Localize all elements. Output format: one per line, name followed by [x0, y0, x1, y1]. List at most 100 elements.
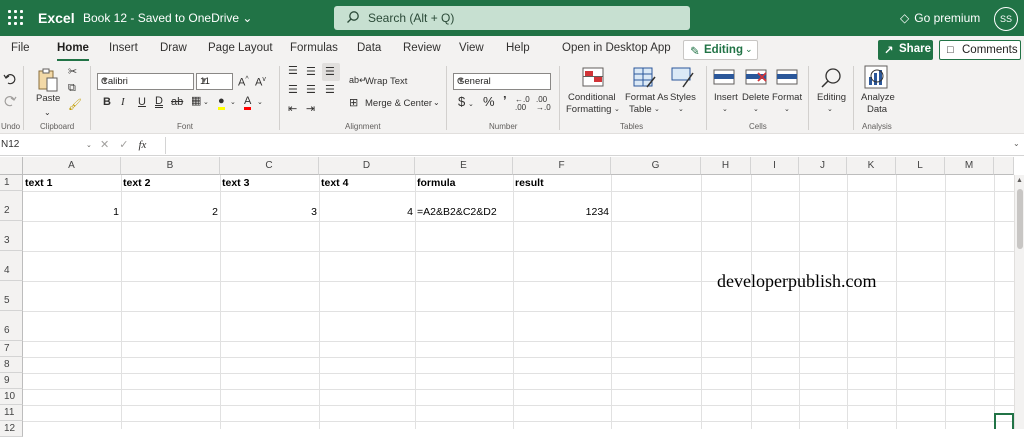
chevron-down-icon[interactable]: ⌄ [257, 97, 263, 109]
underline-icon[interactable]: U [138, 96, 146, 108]
tab-insert[interactable]: Insert [109, 42, 138, 54]
chevron-down-icon[interactable]: ⌄ [784, 104, 790, 116]
insert-cells-label[interactable]: Insert [714, 92, 738, 103]
decrease-indent-icon[interactable]: ⇤ [288, 103, 297, 115]
cell-f1[interactable]: result [515, 177, 544, 189]
currency-icon[interactable]: $ [458, 95, 465, 108]
column-header-a[interactable]: A [23, 157, 121, 175]
cancel-icon[interactable]: ✕ [100, 139, 109, 151]
cell-d2[interactable]: 4 [319, 206, 413, 218]
tab-data[interactable]: Data [357, 42, 381, 54]
analyze-data-icon[interactable] [864, 65, 890, 91]
row-header-2[interactable]: 2 [0, 191, 23, 221]
increase-font-size-icon[interactable]: A^ [238, 74, 249, 89]
align-center-icon[interactable]: ☰ [306, 84, 316, 96]
cell-f2[interactable]: 1234 [513, 206, 609, 218]
cut-icon[interactable]: ✂ [68, 66, 77, 78]
chevron-down-icon[interactable]: ⌄ [433, 97, 440, 109]
column-header-b[interactable]: B [121, 157, 220, 175]
wrap-text-icon[interactable]: ab↵ [349, 74, 367, 86]
row-header-5[interactable]: 5 [0, 281, 23, 311]
chevron-down-icon[interactable]: ⌄ [230, 97, 236, 109]
column-header-j[interactable]: J [799, 157, 847, 175]
column-header-f[interactable]: F [513, 157, 611, 175]
cell-c2[interactable]: 3 [220, 206, 317, 218]
select-all-corner[interactable] [0, 157, 23, 175]
align-left-icon[interactable]: ☰ [288, 84, 298, 96]
share-button[interactable]: ↗ Share [878, 40, 933, 60]
decrease-font-size-icon[interactable]: Av [255, 74, 266, 89]
align-middle-icon[interactable]: ☰ [306, 66, 316, 78]
format-painter-icon[interactable]: 🖌 [68, 99, 82, 111]
format-cells-label[interactable]: Format [772, 92, 802, 103]
row-header-10[interactable]: 10 [0, 389, 23, 405]
cell-c1[interactable]: text 3 [222, 177, 249, 189]
row-header-1[interactable]: 1 [0, 175, 23, 191]
chevron-down-icon[interactable]: ⌄ [654, 104, 660, 116]
tab-home[interactable]: Home [57, 42, 89, 61]
bold-icon[interactable]: B [103, 96, 111, 108]
name-box-chevron-icon[interactable]: ⌄ [86, 140, 92, 152]
conditional-formatting-icon[interactable] [582, 67, 606, 89]
increase-decimal-icon[interactable]: ←.0.00 [515, 96, 530, 112]
row-header-8[interactable]: 8 [0, 357, 23, 373]
delete-cells-icon[interactable] [745, 67, 769, 89]
editing-group-button[interactable]: Editing [817, 92, 846, 103]
tab-page-layout[interactable]: Page Layout [208, 42, 273, 54]
double-underline-icon[interactable]: D [155, 96, 163, 108]
chevron-down-icon[interactable]: ⌄ [678, 104, 684, 116]
fill-color-icon[interactable]: ● [218, 95, 225, 110]
avatar[interactable]: SS [994, 7, 1018, 31]
redo-icon[interactable] [3, 94, 17, 108]
cell-d1[interactable]: text 4 [321, 177, 348, 189]
row-header-12[interactable]: 12 [0, 421, 23, 437]
search-box[interactable]: Search (Alt + Q) [334, 6, 690, 30]
font-name-select[interactable]: Calibri ▼ [97, 73, 194, 90]
chevron-down-icon[interactable]: ⌄ [722, 104, 728, 116]
font-color-icon[interactable]: A [244, 95, 252, 110]
cell-a2[interactable]: 1 [23, 206, 119, 218]
align-top-icon[interactable]: ☰ [288, 65, 298, 77]
increase-indent-icon[interactable]: ⇥ [306, 103, 315, 115]
app-launcher-icon[interactable] [8, 10, 24, 26]
column-header-n[interactable] [994, 157, 1014, 175]
format-cells-icon[interactable] [776, 67, 800, 89]
merge-center-icon[interactable]: ⊞ [349, 97, 358, 109]
worksheet-grid[interactable]: A B C D E F G H I J K L M 1 2 3 4 5 6 7 … [0, 157, 1024, 437]
borders-icon[interactable]: ▦ [191, 95, 201, 107]
tab-review[interactable]: Review [403, 42, 441, 54]
scroll-up-arrow-icon[interactable]: ▲ [1016, 177, 1023, 184]
document-name[interactable]: Book 12 - Saved to OneDrive ⌄ [83, 11, 252, 25]
format-as-table-line2[interactable]: Table [629, 104, 652, 115]
editing-mode-button[interactable]: ✎ Editing ⌄ [683, 40, 758, 60]
chevron-down-icon[interactable]: ⌄ [753, 104, 759, 116]
active-cell-selection[interactable] [994, 413, 1014, 429]
wrap-text-button[interactable]: Wrap Text [365, 76, 407, 87]
delete-cells-label[interactable]: Delete [742, 92, 769, 103]
format-as-table-icon[interactable] [633, 67, 657, 89]
cell-e2[interactable]: =A2&B2&C2&D2 [417, 206, 497, 218]
conditional-formatting-line2[interactable]: Formatting [566, 104, 611, 115]
cell-e1[interactable]: formula [417, 177, 456, 189]
comma-style-icon[interactable]: ’ [503, 94, 507, 107]
insert-cells-icon[interactable] [713, 67, 737, 89]
formula-input[interactable] [165, 137, 1010, 154]
row-header-4[interactable]: 4 [0, 251, 23, 281]
italic-icon[interactable]: I [121, 96, 125, 108]
expand-formula-bar-icon[interactable]: ⌄ [1013, 139, 1020, 148]
column-header-d[interactable]: D [319, 157, 415, 175]
tab-file[interactable]: File [11, 42, 30, 54]
insert-function-icon[interactable]: fx [138, 139, 146, 151]
cell-b2[interactable]: 2 [121, 206, 218, 218]
align-bottom-icon[interactable]: ☰ [322, 63, 340, 81]
percent-icon[interactable]: % [483, 95, 495, 108]
go-premium-button[interactable]: ◇ Go premium [900, 11, 980, 25]
font-size-select[interactable]: 11 ▼ [196, 73, 233, 90]
tab-draw[interactable]: Draw [160, 42, 187, 54]
cell-b1[interactable]: text 2 [123, 177, 150, 189]
scrollbar-thumb[interactable] [1017, 189, 1023, 249]
column-header-c[interactable]: C [220, 157, 319, 175]
app-name[interactable]: Excel [38, 10, 75, 26]
tab-open-in-desktop-app[interactable]: Open in Desktop App [562, 42, 671, 54]
paste-label[interactable]: Paste [36, 93, 60, 104]
